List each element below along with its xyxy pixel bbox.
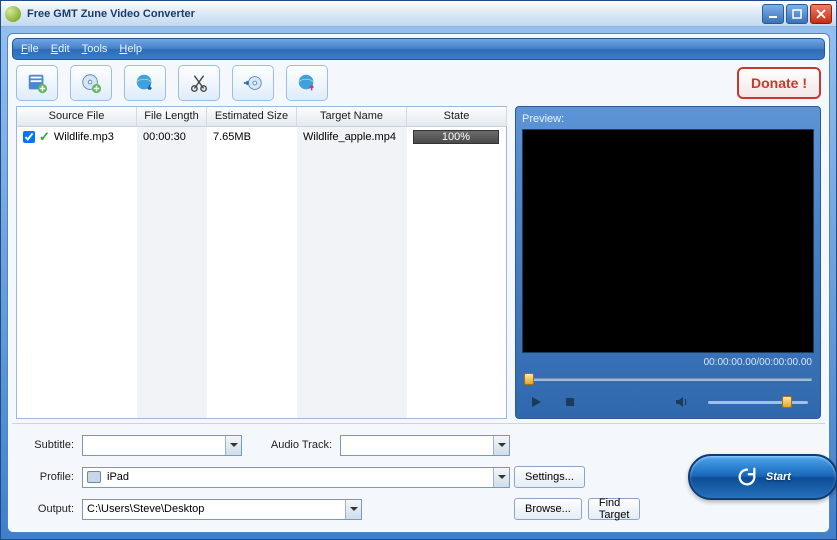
file-list-body[interactable]: ✓ Wildlife.mp3 00:00:30 7.65MB Wildlife_…	[17, 127, 506, 418]
preview-controls	[522, 390, 814, 412]
audiotrack-label: Audio Track:	[246, 439, 336, 451]
cell-source: Wildlife.mp3	[54, 131, 114, 143]
cell-state: 100%	[442, 131, 470, 143]
cell-target: Wildlife_apple.mp4	[297, 131, 407, 143]
col-length[interactable]: File Length	[137, 107, 207, 126]
audiotrack-combo[interactable]	[340, 435, 510, 456]
chevron-down-icon[interactable]	[493, 468, 509, 487]
cell-length: 00:00:30	[137, 131, 207, 143]
close-button[interactable]	[810, 4, 832, 24]
seek-slider[interactable]	[524, 374, 812, 384]
menu-bar: File Edit Tools Help	[12, 38, 825, 60]
find-target-button[interactable]: Find Target	[588, 498, 641, 520]
output-combo[interactable]: C:\Users\Steve\Desktop	[82, 499, 362, 520]
chevron-down-icon[interactable]	[225, 436, 241, 455]
menu-file[interactable]: File	[21, 43, 39, 55]
check-icon: ✓	[39, 129, 50, 145]
app-icon	[5, 6, 21, 22]
add-file-button[interactable]	[16, 65, 58, 101]
toolbar: Donate !	[12, 60, 825, 106]
convert-to-disc-button[interactable]	[232, 65, 274, 101]
minimize-button[interactable]	[762, 4, 784, 24]
subtitle-label: Subtitle:	[18, 439, 78, 451]
file-list-header: Source File File Length Estimated Size T…	[17, 107, 506, 127]
ipad-icon	[87, 471, 101, 483]
browse-button[interactable]: Browse...	[514, 498, 582, 520]
window-title: Free GMT Zune Video Converter	[27, 8, 195, 20]
profile-combo[interactable]: iPad	[82, 467, 510, 488]
menu-tools[interactable]: Tools	[82, 43, 108, 55]
menu-edit[interactable]: Edit	[51, 43, 70, 55]
col-source[interactable]: Source File	[17, 107, 137, 126]
row-checkbox[interactable]	[23, 131, 35, 143]
chevron-down-icon[interactable]	[493, 436, 509, 455]
preview-pane: Preview: 00:00:00.00/00:00:00.00	[515, 106, 821, 419]
bottom-panel: Subtitle: Audio Track: Profile: iPad Set…	[12, 423, 825, 524]
chevron-down-icon[interactable]	[345, 500, 361, 519]
col-size[interactable]: Estimated Size	[207, 107, 297, 126]
cell-size: 7.65MB	[207, 131, 297, 143]
play-button[interactable]	[528, 394, 544, 410]
download-button[interactable]	[124, 65, 166, 101]
maximize-button[interactable]	[786, 4, 808, 24]
refresh-icon	[736, 466, 758, 488]
output-value: C:\Users\Steve\Desktop	[87, 503, 204, 515]
upload-web-button[interactable]	[286, 65, 328, 101]
donate-button[interactable]: Donate !	[737, 67, 821, 99]
col-state[interactable]: State	[407, 107, 507, 126]
profile-label: Profile:	[18, 471, 78, 483]
file-list: Source File File Length Estimated Size T…	[16, 106, 507, 419]
stop-button[interactable]	[562, 394, 578, 410]
menu-help[interactable]: Help	[119, 43, 142, 55]
start-button[interactable]: Start	[688, 454, 837, 500]
add-disc-button[interactable]	[70, 65, 112, 101]
file-row[interactable]: ✓ Wildlife.mp3 00:00:30 7.65MB Wildlife_…	[17, 127, 506, 147]
settings-button[interactable]: Settings...	[514, 466, 585, 488]
preview-time: 00:00:00.00/00:00:00.00	[522, 353, 814, 374]
profile-value: iPad	[107, 471, 129, 483]
col-target[interactable]: Target Name	[297, 107, 407, 126]
output-label: Output:	[18, 503, 78, 515]
subtitle-combo[interactable]	[82, 435, 242, 456]
volume-slider[interactable]	[708, 398, 808, 406]
seek-thumb[interactable]	[524, 373, 534, 385]
cut-button[interactable]	[178, 65, 220, 101]
title-bar: Free GMT Zune Video Converter	[1, 1, 836, 27]
volume-icon[interactable]	[674, 394, 690, 410]
preview-label: Preview:	[522, 113, 814, 125]
progress-bar: 100%	[413, 130, 499, 144]
volume-thumb[interactable]	[782, 396, 792, 408]
start-label: Start	[766, 471, 791, 483]
preview-screen	[522, 129, 814, 353]
